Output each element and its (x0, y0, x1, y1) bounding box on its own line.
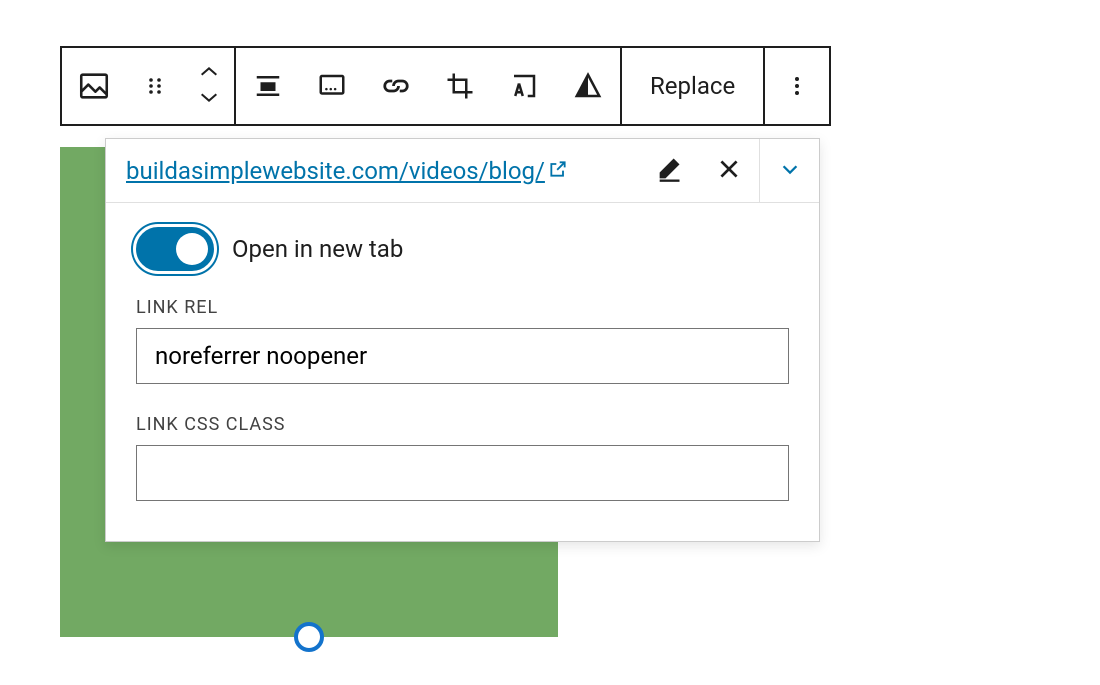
duotone-button[interactable] (556, 48, 620, 124)
link-css-class-input[interactable] (136, 445, 789, 501)
toolbar-group-replace: Replace (622, 48, 765, 124)
toolbar-group-block (62, 48, 236, 124)
resize-handle-bottom[interactable] (294, 622, 324, 652)
chevron-down-icon (779, 158, 801, 184)
link-icon (381, 71, 411, 101)
toolbar-group-more (765, 48, 829, 124)
text-overlay-button[interactable] (492, 48, 556, 124)
align-center-icon (253, 71, 283, 101)
drag-handle-button[interactable] (126, 48, 184, 124)
link-rel-label: LINK REL (136, 297, 789, 318)
crop-button[interactable] (428, 48, 492, 124)
more-options-button[interactable] (765, 48, 829, 124)
duotone-icon (573, 71, 603, 101)
link-url-text: buildasimplewebsite.com/videos/blog/ (126, 157, 545, 185)
caption-icon (317, 71, 347, 101)
more-vertical-icon (785, 72, 809, 100)
toggle-knob (176, 233, 208, 265)
toolbar-group-tools (236, 48, 622, 124)
replace-button[interactable]: Replace (622, 48, 763, 124)
link-advanced-toggle[interactable] (759, 139, 819, 203)
link-url-display: buildasimplewebsite.com/videos/blog/ (106, 156, 639, 185)
block-mover[interactable] (184, 48, 234, 124)
chevron-up-icon (198, 64, 220, 83)
crop-icon (445, 71, 475, 101)
pencil-icon (655, 155, 683, 187)
link-popover-body: Open in new tab LINK REL LINK CSS CLASS (106, 203, 819, 541)
drag-handle-icon (143, 74, 167, 98)
remove-link-button[interactable] (699, 139, 759, 203)
external-link-icon (548, 156, 568, 185)
link-css-class-label: LINK CSS CLASS (136, 414, 789, 435)
text-overlay-icon (509, 71, 539, 101)
link-rel-input[interactable] (136, 328, 789, 384)
edit-link-button[interactable] (639, 139, 699, 203)
link-popover-header: buildasimplewebsite.com/videos/blog/ (106, 139, 819, 203)
link-button[interactable] (364, 48, 428, 124)
open-new-tab-row: Open in new tab (136, 227, 789, 271)
block-toolbar: Replace (60, 46, 831, 126)
block-type-button[interactable] (62, 48, 126, 124)
caption-button[interactable] (300, 48, 364, 124)
chevron-down-icon (198, 89, 220, 108)
open-new-tab-label: Open in new tab (232, 235, 403, 263)
link-settings-popover: buildasimplewebsite.com/videos/blog/ (105, 138, 820, 542)
link-url-anchor[interactable]: buildasimplewebsite.com/videos/blog/ (126, 156, 568, 185)
close-icon (716, 156, 742, 186)
image-icon (77, 69, 111, 103)
align-button[interactable] (236, 48, 300, 124)
open-new-tab-toggle[interactable] (136, 227, 214, 271)
